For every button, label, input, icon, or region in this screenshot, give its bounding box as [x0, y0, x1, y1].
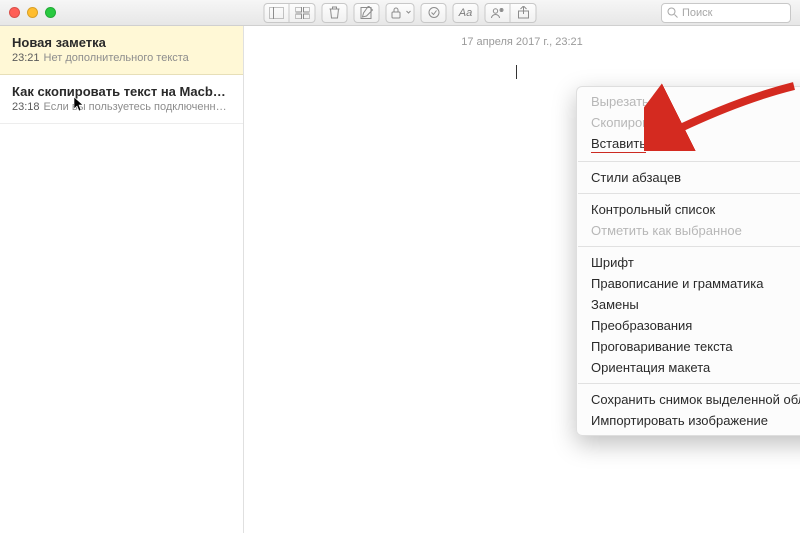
chevron-down-icon [406, 7, 412, 19]
content-area: Новая заметка 23:21 Нет дополнительного т… [0, 26, 800, 533]
add-people-icon [491, 7, 505, 19]
titlebar: Aa Поиск [0, 0, 800, 26]
toolbar-right: Поиск [661, 3, 791, 23]
compose-icon [360, 6, 373, 19]
menu-mark-selected: Отметить как выбранное⇧⌘U [577, 220, 800, 241]
note-date: 17 апреля 2017 г., 23:21 [244, 26, 800, 48]
menu-speech[interactable]: Проговаривание текста▶ [577, 336, 800, 357]
lock-icon [391, 7, 402, 19]
note-item[interactable]: Как скопировать текст на Macbook бе... 2… [0, 75, 243, 124]
collaborate-button[interactable] [485, 3, 511, 23]
close-window-button[interactable] [9, 7, 20, 18]
note-item[interactable]: Новая заметка 23:21 Нет дополнительного т… [0, 26, 243, 75]
window-controls [9, 7, 56, 18]
share-icon [517, 6, 529, 19]
grid-view-button[interactable] [290, 3, 316, 23]
checklist-icon [427, 6, 440, 19]
note-snippet: Если вы пользуетесь подключенной... [44, 101, 231, 113]
menu-font[interactable]: Шрифт▶ [577, 252, 800, 273]
note-time: 23:18 [12, 101, 40, 113]
menu-import-image[interactable]: Импортировать изображение [577, 410, 800, 431]
note-subline: 23:18 Если вы пользуетесь подключенной... [12, 101, 231, 113]
menu-substitutions[interactable]: Замены▶ [577, 294, 800, 315]
lock-button[interactable] [386, 3, 415, 23]
menu-paste[interactable]: Вставить [577, 133, 800, 156]
menu-transformations[interactable]: Преобразования▶ [577, 315, 800, 336]
note-subline: 23:21 Нет дополнительного текста [12, 52, 231, 64]
text-caret [516, 65, 517, 79]
menu-copy: Скопировать [577, 112, 800, 133]
menu-separator [578, 383, 800, 384]
search-input[interactable]: Поиск [661, 3, 791, 23]
trash-icon [329, 6, 341, 19]
list-view-icon [270, 7, 284, 19]
note-editor[interactable]: 17 апреля 2017 г., 23:21 Вырезать Скопир… [244, 26, 800, 533]
note-time: 23:21 [12, 52, 40, 64]
menu-separator [578, 161, 800, 162]
zoom-window-button[interactable] [45, 7, 56, 18]
menu-checklist[interactable]: Контрольный список⇧⌘L [577, 199, 800, 220]
menu-paragraph-styles[interactable]: Стили абзацев▶ [577, 167, 800, 188]
note-title: Как скопировать текст на Macbook бе... [12, 84, 231, 99]
search-placeholder: Поиск [682, 7, 712, 19]
list-view-button[interactable] [264, 3, 290, 23]
menu-spelling-grammar[interactable]: Правописание и грамматика▶ [577, 273, 800, 294]
search-icon [667, 7, 678, 18]
checklist-button[interactable] [421, 3, 447, 23]
note-snippet: Нет дополнительного текста [44, 52, 189, 64]
menu-separator [578, 246, 800, 247]
format-button[interactable]: Aa [453, 3, 479, 23]
toolbar-center: Aa [264, 3, 537, 23]
menu-cut: Вырезать [577, 91, 800, 112]
menu-capture-selection[interactable]: Сохранить снимок выделенной области экра… [577, 389, 800, 410]
menu-layout-orientation[interactable]: Ориентация макета▶ [577, 357, 800, 378]
new-note-button[interactable] [354, 3, 380, 23]
note-title: Новая заметка [12, 35, 231, 50]
attach-share-group [485, 3, 537, 23]
context-menu: Вырезать Скопировать Вставить Стили абза… [576, 86, 800, 436]
notes-list: Новая заметка 23:21 Нет дополнительного т… [0, 26, 244, 533]
minimize-window-button[interactable] [27, 7, 38, 18]
share-button[interactable] [511, 3, 537, 23]
menu-separator [578, 193, 800, 194]
delete-button[interactable] [322, 3, 348, 23]
view-mode-toggle[interactable] [264, 3, 316, 23]
grid-view-icon [295, 7, 309, 19]
